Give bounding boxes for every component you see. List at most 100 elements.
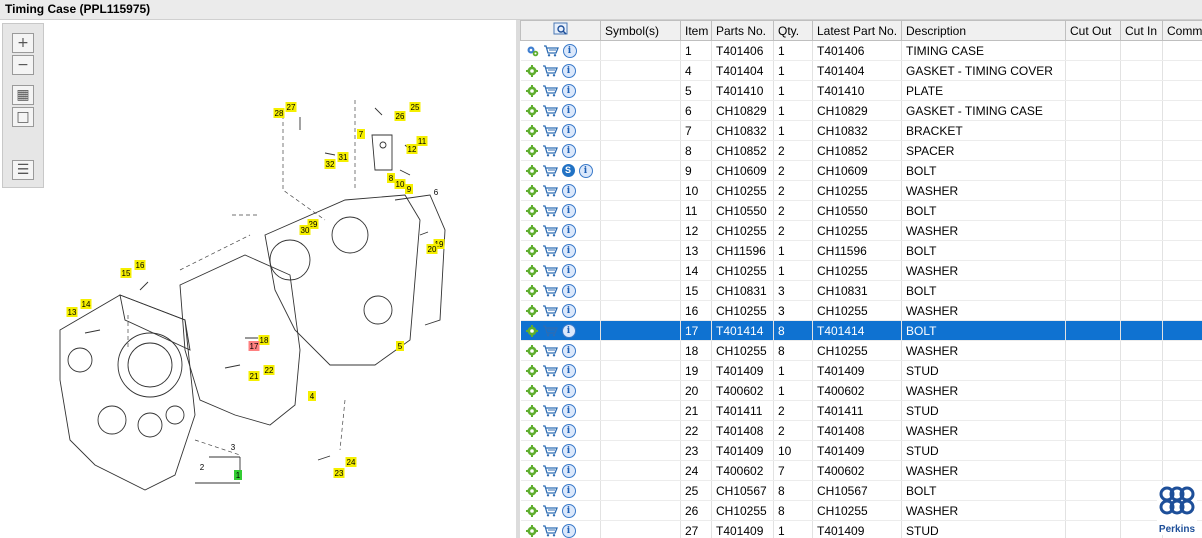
- cart-icon[interactable]: [542, 145, 558, 157]
- cart-icon[interactable]: [542, 85, 558, 97]
- cart-icon[interactable]: [542, 525, 558, 537]
- gear-icon[interactable]: [525, 124, 538, 137]
- callout-6[interactable]: 6: [434, 188, 439, 197]
- table-row[interactable]: i 7 CH10832 1 CH10832 BRACKET: [520, 120, 1202, 141]
- gear-icon[interactable]: [525, 404, 538, 417]
- table-row[interactable]: i 14 CH10255 1 CH10255 WASHER: [520, 260, 1202, 281]
- cart-icon[interactable]: [542, 105, 558, 117]
- zoom-in-icon[interactable]: +: [12, 33, 34, 53]
- cart-icon[interactable]: [542, 305, 558, 317]
- info-icon[interactable]: i: [561, 503, 576, 518]
- info-icon[interactable]: i: [561, 303, 576, 318]
- table-row[interactable]: i 21 T401411 2 T401411 STUD: [520, 400, 1202, 421]
- supersession-icon[interactable]: S: [561, 164, 575, 178]
- callout-24[interactable]: 24: [345, 457, 357, 467]
- info-icon[interactable]: i: [562, 43, 577, 58]
- gear-icon[interactable]: [525, 344, 538, 357]
- cart-icon[interactable]: [542, 265, 558, 277]
- info-icon[interactable]: i: [561, 263, 576, 278]
- callout-30[interactable]: 30: [299, 225, 311, 235]
- gear-icon[interactable]: [525, 144, 538, 157]
- gear-icon[interactable]: [525, 264, 538, 277]
- table-row[interactable]: i 1 T401406 1 T401406 TIMING CASE: [520, 40, 1202, 61]
- cart-icon[interactable]: [542, 65, 558, 77]
- column-header-cut-in[interactable]: Cut In: [1120, 20, 1163, 41]
- callout-22[interactable]: 22: [263, 365, 275, 375]
- column-header-comment[interactable]: Comment: [1162, 20, 1202, 41]
- info-icon[interactable]: i: [561, 523, 576, 538]
- table-row[interactable]: i 25 CH10567 8 CH10567 BOLT: [520, 480, 1202, 501]
- table-row[interactable]: i 15 CH10831 3 CH10831 BOLT: [520, 280, 1202, 301]
- table-row[interactable]: i 27 T401409 1 T401409 STUD: [520, 520, 1202, 538]
- gear-icon[interactable]: [525, 104, 538, 117]
- table-row[interactable]: i 22 T401408 2 T401408 WASHER: [520, 420, 1202, 441]
- callout-1[interactable]: 1: [234, 470, 242, 480]
- callout-7[interactable]: 7: [357, 129, 365, 139]
- gear-icon[interactable]: [525, 204, 538, 217]
- column-header-symbol-s[interactable]: Symbol(s): [600, 20, 681, 41]
- gear-icon[interactable]: [525, 184, 538, 197]
- info-icon[interactable]: i: [561, 183, 576, 198]
- table-row[interactable]: i 6 CH10829 1 CH10829 GASKET - TIMING CASE: [520, 100, 1202, 121]
- info-icon[interactable]: i: [561, 363, 576, 378]
- callout-4[interactable]: 4: [308, 391, 316, 401]
- info-icon[interactable]: i: [578, 163, 593, 178]
- callout-9[interactable]: 9: [405, 184, 413, 194]
- gear-icon[interactable]: [525, 284, 538, 297]
- info-icon[interactable]: i: [561, 283, 576, 298]
- gear-icon[interactable]: [525, 504, 538, 517]
- callout-2[interactable]: 2: [200, 463, 205, 472]
- callout-27[interactable]: 27: [285, 102, 297, 112]
- cart-icon[interactable]: [542, 405, 558, 417]
- table-row[interactable]: i 19 T401409 1 T401409 STUD: [520, 360, 1202, 381]
- info-icon[interactable]: i: [561, 203, 576, 218]
- cart-icon[interactable]: [542, 425, 558, 437]
- callout-15[interactable]: 15: [120, 268, 132, 278]
- cart-icon[interactable]: [542, 505, 558, 517]
- gear-icon[interactable]: [525, 84, 538, 97]
- callout-10[interactable]: 10: [394, 179, 406, 189]
- info-icon[interactable]: i: [561, 423, 576, 438]
- cart-icon[interactable]: [542, 485, 558, 497]
- cart-icon[interactable]: [542, 465, 558, 477]
- info-icon[interactable]: i: [561, 383, 576, 398]
- callout-16[interactable]: 16: [134, 260, 146, 270]
- info-icon[interactable]: i: [561, 143, 576, 158]
- table-row[interactable]: i 16 CH10255 3 CH10255 WASHER: [520, 300, 1202, 321]
- table-row[interactable]: i 18 CH10255 8 CH10255 WASHER: [520, 340, 1202, 361]
- gear-icon[interactable]: [525, 524, 538, 537]
- info-icon[interactable]: i: [561, 443, 576, 458]
- search-parts-icon[interactable]: [553, 22, 569, 36]
- zoom-out-icon[interactable]: −: [12, 55, 34, 75]
- column-header-cut-out[interactable]: Cut Out: [1065, 20, 1121, 41]
- callout-26[interactable]: 26: [394, 111, 406, 121]
- callout-23[interactable]: 23: [333, 468, 345, 478]
- parts-list-export-icon[interactable]: ☰: [12, 160, 34, 180]
- callout-18[interactable]: 18: [258, 335, 270, 345]
- info-icon[interactable]: i: [561, 463, 576, 478]
- callout-5[interactable]: 5: [396, 341, 404, 351]
- cart-icon[interactable]: [543, 45, 559, 57]
- column-header-description[interactable]: Description: [901, 20, 1066, 41]
- table-row[interactable]: i 26 CH10255 8 CH10255 WASHER: [520, 500, 1202, 521]
- info-icon[interactable]: i: [561, 223, 576, 238]
- gear-icon[interactable]: [525, 224, 538, 237]
- info-icon[interactable]: i: [561, 243, 576, 258]
- cart-icon[interactable]: [542, 285, 558, 297]
- callout-12[interactable]: 12: [406, 144, 418, 154]
- cart-icon[interactable]: [542, 165, 558, 177]
- callout-20[interactable]: 20: [426, 244, 438, 254]
- cart-icon[interactable]: [542, 245, 558, 257]
- cart-icon[interactable]: [542, 385, 558, 397]
- column-header-actions[interactable]: [520, 20, 601, 41]
- gear-icon[interactable]: [525, 324, 538, 337]
- info-icon[interactable]: i: [561, 403, 576, 418]
- gear-icon[interactable]: [525, 364, 538, 377]
- table-row[interactable]: Si 9 CH10609 2 CH10609 BOLT: [520, 160, 1202, 181]
- cart-icon[interactable]: [542, 125, 558, 137]
- gear-icon[interactable]: [525, 444, 538, 457]
- callout-31[interactable]: 31: [337, 152, 349, 162]
- callout-13[interactable]: 13: [66, 307, 78, 317]
- callout-21[interactable]: 21: [248, 371, 260, 381]
- cart-icon[interactable]: [542, 365, 558, 377]
